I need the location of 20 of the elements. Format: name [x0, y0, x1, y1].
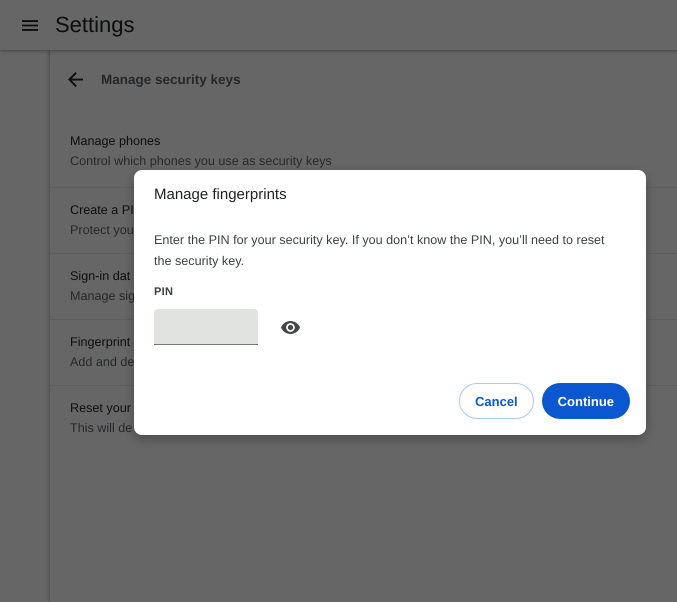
eye-icon[interactable]	[281, 320, 300, 334]
menu-icon[interactable]	[22, 20, 38, 30]
dialog-message: Enter the PIN for your security key. If you don’t know the PIN, you’ll need to reset the security key.	[154, 232, 606, 270]
pin-field[interactable]	[154, 309, 258, 345]
row-title[interactable]: Reset your	[70, 398, 131, 418]
row-description: This will de	[70, 420, 132, 437]
row-description: Control which phones you use as security keys	[70, 153, 332, 170]
continue-button[interactable]: Continue	[542, 383, 630, 419]
field-label: PIN	[154, 285, 174, 299]
row-title[interactable]: Fingerprint	[70, 332, 130, 352]
row-description: Add and de	[70, 354, 134, 371]
back-arrow-icon[interactable]	[68, 72, 83, 86]
row-title[interactable]: Create a PI	[70, 200, 134, 220]
row-title[interactable]: Manage phones	[70, 131, 160, 151]
row-description: Protect you	[70, 222, 134, 239]
row-title[interactable]: Sign-in dat	[70, 266, 130, 286]
subpage-title: Manage security keys	[101, 72, 241, 86]
page-title: Settings	[55, 11, 134, 39]
cancel-button[interactable]: Cancel	[459, 383, 534, 419]
dialog-title: Manage fingerprints	[154, 185, 287, 205]
